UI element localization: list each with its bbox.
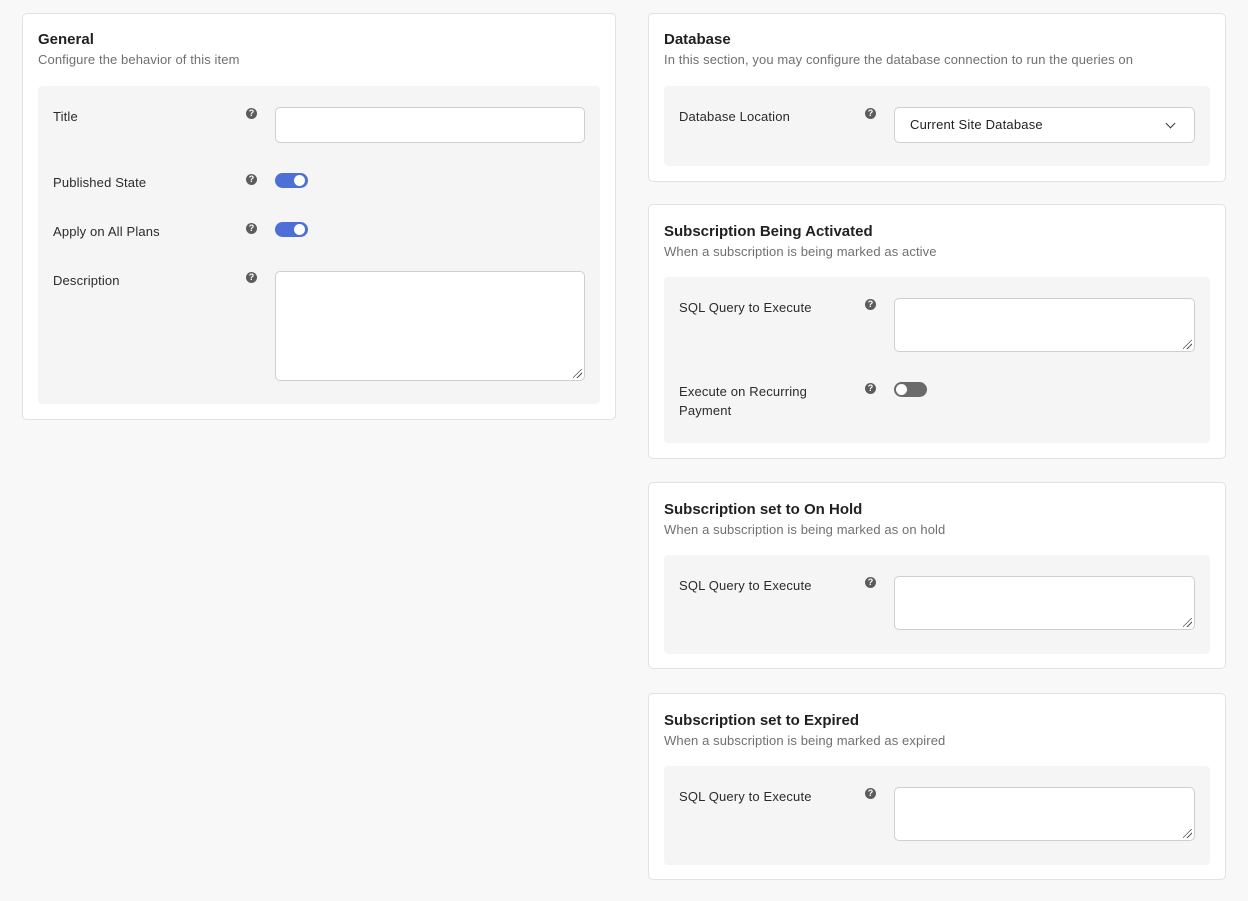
expired-description: When a subscription is being marked as e…: [664, 733, 946, 748]
published-state-field: Published State ?: [53, 172, 585, 196]
expired-panel: Subscription set to Expired When a subsc…: [648, 693, 1226, 880]
activated-sql-label: SQL Query to Execute: [679, 300, 812, 315]
apply-all-plans-field: Apply on All Plans ?: [53, 221, 585, 245]
on-hold-description: When a subscription is being marked as o…: [664, 522, 946, 537]
general-title: General: [38, 31, 94, 48]
on-hold-panel: Subscription set to On Hold When a subsc…: [648, 482, 1226, 669]
chevron-down-icon: [1165, 118, 1176, 129]
activated-sql-textarea[interactable]: [894, 298, 1195, 352]
on-hold-header: Subscription set to On Hold When a subsc…: [664, 501, 1210, 538]
toggle-knob: [896, 384, 907, 395]
apply-all-plans-toggle[interactable]: [275, 222, 308, 237]
question-circle-icon[interactable]: ?: [865, 383, 876, 394]
database-location-label: Database Location: [679, 109, 790, 124]
expired-sql-label: SQL Query to Execute: [679, 789, 812, 804]
general-header: General Configure the behavior of this i…: [38, 31, 600, 68]
on-hold-sql-textarea[interactable]: [894, 576, 1195, 630]
on-hold-sql-field: SQL Query to Execute ?: [679, 575, 1195, 631]
question-circle-icon[interactable]: ?: [865, 577, 876, 588]
general-description: Configure the behavior of this item: [38, 52, 240, 67]
activated-sql-field: SQL Query to Execute ?: [679, 297, 1195, 353]
question-circle-icon[interactable]: ?: [246, 108, 257, 119]
description-textarea[interactable]: [275, 271, 585, 381]
published-state-label: Published State: [53, 175, 147, 190]
apply-all-plans-label: Apply on All Plans: [53, 224, 160, 239]
database-location-value: Current Site Database: [910, 117, 1043, 132]
activated-header: Subscription Being Activated When a subs…: [664, 223, 1210, 260]
expired-header: Subscription set to Expired When a subsc…: [664, 712, 1210, 749]
on-hold-title: Subscription set to On Hold: [664, 501, 863, 518]
database-panel: Database In this section, you may config…: [648, 13, 1226, 182]
database-body: Database Location ? Current Site Databas…: [664, 86, 1210, 166]
question-circle-icon[interactable]: ?: [246, 272, 257, 283]
toggle-knob: [294, 224, 305, 235]
general-body: Title ? Published State ? Apply on All P…: [38, 86, 600, 404]
toggle-knob: [294, 175, 305, 186]
database-description: In this section, you may configure the d…: [664, 52, 1134, 67]
recurring-field: Execute on Recurring Payment ?: [679, 381, 1195, 423]
published-state-toggle[interactable]: [275, 173, 308, 188]
activated-description: When a subscription is being marked as a…: [664, 244, 937, 259]
expired-body: SQL Query to Execute ?: [664, 766, 1210, 865]
activated-panel: Subscription Being Activated When a subs…: [648, 204, 1226, 459]
question-circle-icon[interactable]: ?: [246, 174, 257, 185]
database-title: Database: [664, 31, 731, 48]
database-location-select[interactable]: Current Site Database: [894, 107, 1195, 143]
general-panel: General Configure the behavior of this i…: [22, 13, 616, 420]
recurring-toggle[interactable]: [894, 382, 927, 397]
expired-title: Subscription set to Expired: [664, 712, 860, 729]
activated-title: Subscription Being Activated: [664, 223, 873, 240]
database-location-field: Database Location ? Current Site Databas…: [679, 106, 1195, 146]
description-field: Description ?: [53, 270, 585, 382]
activated-body: SQL Query to Execute ? Execute on Recurr…: [664, 277, 1210, 443]
description-label: Description: [53, 273, 120, 288]
title-input[interactable]: [275, 107, 585, 143]
expired-sql-textarea[interactable]: [894, 787, 1195, 841]
question-circle-icon[interactable]: ?: [865, 108, 876, 119]
on-hold-body: SQL Query to Execute ?: [664, 555, 1210, 654]
database-header: Database In this section, you may config…: [664, 31, 1210, 68]
question-circle-icon[interactable]: ?: [865, 299, 876, 310]
question-circle-icon[interactable]: ?: [246, 223, 257, 234]
title-field: Title ?: [53, 106, 585, 146]
title-label: Title: [53, 109, 78, 124]
recurring-label: Execute on Recurring Payment: [679, 384, 808, 418]
expired-sql-field: SQL Query to Execute ?: [679, 786, 1195, 842]
question-circle-icon[interactable]: ?: [865, 788, 876, 799]
on-hold-sql-label: SQL Query to Execute: [679, 578, 812, 593]
